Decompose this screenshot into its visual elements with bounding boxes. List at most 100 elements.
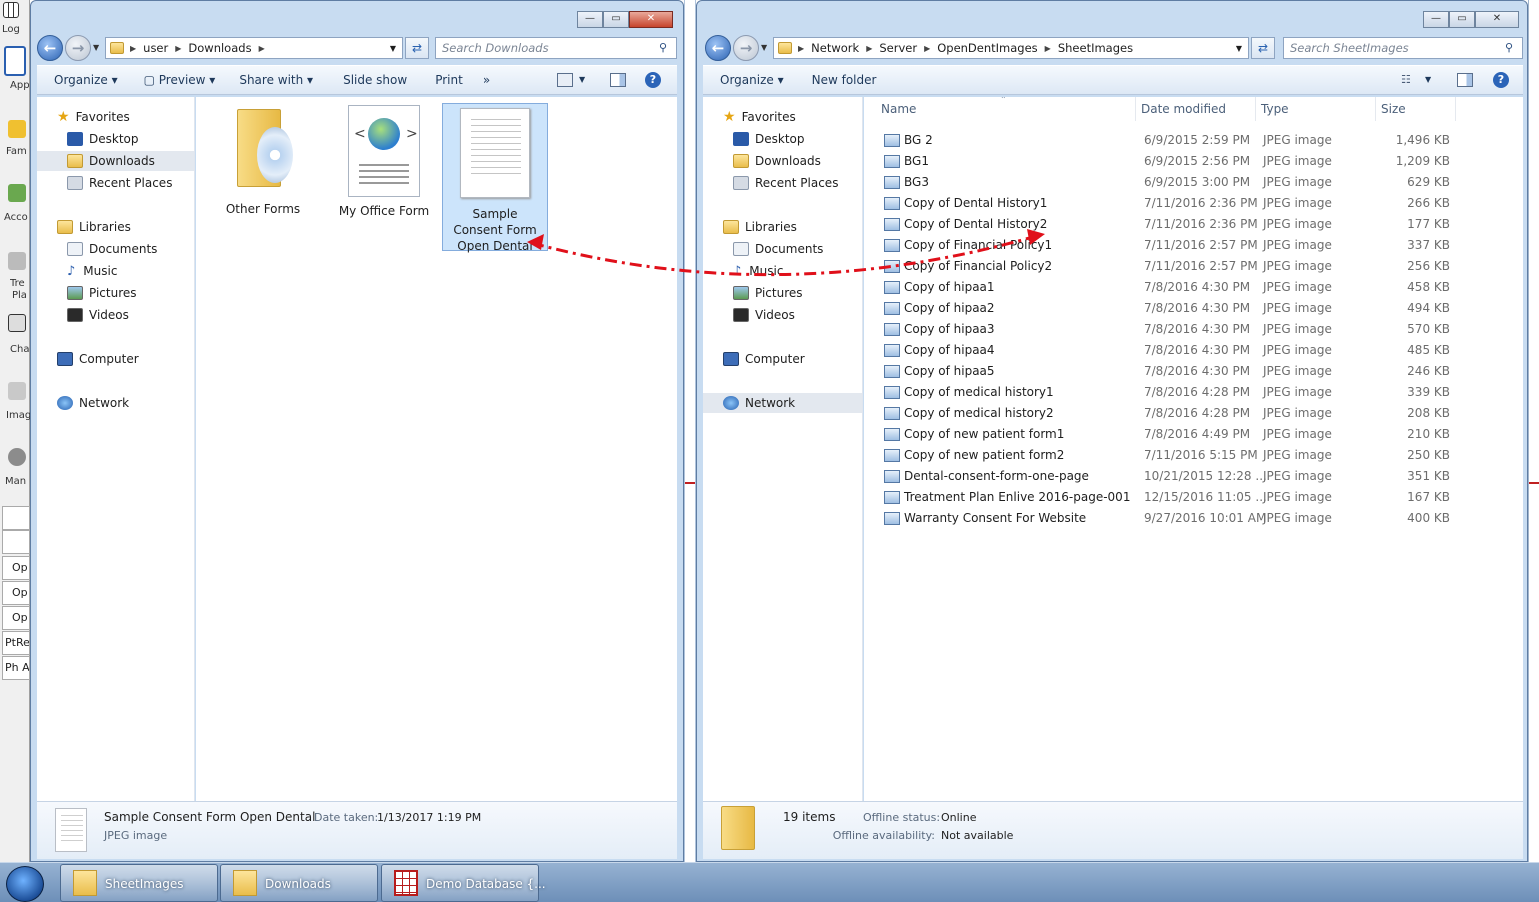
back-icon[interactable]: ← <box>705 35 731 61</box>
table-row[interactable]: Copy of Financial Policy1 7/11/2016 2:57 … <box>864 235 1464 256</box>
nav-pictures[interactable]: Pictures <box>703 283 862 303</box>
recent-pages-chevron-icon[interactable]: ▼ <box>93 43 99 52</box>
table-row[interactable]: Treatment Plan Enlive 2016-page-001 12/15… <box>864 487 1464 508</box>
table-row[interactable]: Copy of Financial Policy2 7/11/2016 2:57 … <box>864 256 1464 277</box>
breadcrumb-opendentimages[interactable]: OpenDentImages <box>934 41 1040 55</box>
treatment-plan-icon[interactable] <box>8 252 26 270</box>
strip-label-log[interactable]: Log <box>2 24 30 35</box>
nav-computer[interactable]: Computer <box>703 349 862 369</box>
preview-pane-icon[interactable] <box>1457 73 1473 87</box>
nav-videos[interactable]: Videos <box>37 305 194 325</box>
table-row[interactable]: Copy of hipaa4 7/8/2016 4:30 PM JPEG image… <box>864 340 1464 361</box>
chart-tooth-icon[interactable] <box>8 314 26 332</box>
table-row[interactable]: Copy of Dental History2 7/11/2016 2:36 PM… <box>864 214 1464 235</box>
maximize-button[interactable]: ▭ <box>1449 11 1475 28</box>
nav-downloads[interactable]: Downloads <box>37 151 194 171</box>
breadcrumb-downloads[interactable]: Downloads <box>185 41 254 55</box>
print-button[interactable]: Print <box>419 73 475 87</box>
views-icon[interactable] <box>557 73 573 87</box>
slide-show-button[interactable]: Slide show <box>325 73 419 87</box>
close-button[interactable]: ✕ <box>629 11 673 28</box>
nav-documents[interactable]: Documents <box>37 239 194 259</box>
forward-icon[interactable]: → <box>733 35 759 61</box>
file-item-my-office-form[interactable]: < > My Office Form <box>334 103 434 223</box>
nav-recent-places[interactable]: Recent Places <box>37 173 194 193</box>
file-item-other-forms[interactable]: Other Forms <box>218 103 308 223</box>
search-icon[interactable]: ⚲ <box>659 41 667 54</box>
nav-favorites[interactable]: ★ Favorites <box>703 107 862 127</box>
column-date-modified[interactable]: Date modified <box>1136 97 1256 121</box>
help-icon[interactable]: ? <box>645 72 661 88</box>
nav-music[interactable]: ♪ Music <box>703 261 862 281</box>
appointments-icon[interactable] <box>4 46 26 76</box>
maximize-button[interactable]: ▭ <box>603 11 629 28</box>
strip-cell-op-2[interactable]: Op <box>2 581 30 605</box>
views-icon[interactable]: ☷ <box>1401 73 1417 87</box>
recent-pages-chevron-icon[interactable]: ▼ <box>761 43 767 52</box>
address-bar[interactable]: ▶ user ▶ Downloads ▶ ▼ <box>105 37 403 59</box>
nav-recent-places[interactable]: Recent Places <box>703 173 862 193</box>
table-row[interactable]: Copy of hipaa3 7/8/2016 4:30 PM JPEG image… <box>864 319 1464 340</box>
nav-downloads[interactable]: Downloads <box>703 151 862 171</box>
minimize-button[interactable]: — <box>1423 11 1449 28</box>
nav-music[interactable]: ♪ Music <box>37 261 194 281</box>
table-row[interactable]: Copy of hipaa1 7/8/2016 4:30 PM JPEG image… <box>864 277 1464 298</box>
account-icon[interactable] <box>8 184 26 202</box>
strip-cell-op-3[interactable]: Op <box>2 606 30 630</box>
taskbar-item-downloads[interactable]: Downloads <box>220 864 378 902</box>
views-dropdown-icon[interactable]: ▼ <box>1425 75 1431 84</box>
minimize-button[interactable]: — <box>577 11 603 28</box>
nav-network[interactable]: Network <box>37 393 194 413</box>
organize-menu[interactable]: Organize ▾ <box>37 73 130 87</box>
address-dropdown-icon[interactable]: ▼ <box>390 44 396 53</box>
strip-label-acco[interactable]: Acco <box>4 212 32 223</box>
nav-libraries[interactable]: Libraries <box>37 217 194 237</box>
table-row[interactable]: Dental-consent-form-one-page 10/21/2015 1… <box>864 466 1464 487</box>
back-icon[interactable]: ← <box>37 35 63 61</box>
taskbar-item-sheetimages[interactable]: SheetImages <box>60 864 218 902</box>
table-row[interactable]: BG 2 6/9/2015 2:59 PM JPEG image 1,496 KB <box>864 130 1464 151</box>
share-with-menu[interactable]: Share with ▾ <box>227 73 325 87</box>
family-icon[interactable] <box>8 120 26 138</box>
help-icon[interactable]: ? <box>1493 72 1509 88</box>
refresh-icon[interactable]: ⇄ <box>405 37 429 59</box>
breadcrumb-user[interactable]: user <box>140 41 171 55</box>
nav-network[interactable]: Network <box>703 393 862 413</box>
nav-libraries[interactable]: Libraries <box>703 217 862 237</box>
nav-desktop[interactable]: Desktop <box>37 129 194 149</box>
table-row[interactable]: Copy of new patient form2 7/11/2016 5:15 … <box>864 445 1464 466</box>
table-row[interactable]: BG1 6/9/2015 2:56 PM JPEG image 1,209 KB <box>864 151 1464 172</box>
table-row[interactable]: BG3 6/9/2015 3:00 PM JPEG image 629 KB <box>864 172 1464 193</box>
breadcrumb-server[interactable]: Server <box>876 41 920 55</box>
taskbar-item-demo-database[interactable]: Demo Database {... <box>381 864 546 902</box>
details-date-value[interactable]: 1/13/2017 1:19 PM <box>377 811 481 824</box>
strip-cell-op-1[interactable]: Op <box>2 556 30 580</box>
forward-icon[interactable]: → <box>65 35 91 61</box>
table-row[interactable]: Warranty Consent For Website 9/27/2016 10… <box>864 508 1464 529</box>
more-commands-button[interactable]: » <box>475 73 502 87</box>
images-icon[interactable] <box>8 382 26 400</box>
table-row[interactable]: Copy of Dental History1 7/11/2016 2:36 PM… <box>864 193 1464 214</box>
table-row[interactable]: Copy of hipaa5 7/8/2016 4:30 PM JPEG image… <box>864 361 1464 382</box>
table-row[interactable]: Copy of hipaa2 7/8/2016 4:30 PM JPEG image… <box>864 298 1464 319</box>
windows-orb-icon[interactable] <box>6 866 44 902</box>
table-row[interactable]: Copy of medical history2 7/8/2016 4:28 PM… <box>864 403 1464 424</box>
refresh-icon[interactable]: ⇄ <box>1251 37 1275 59</box>
manage-gear-icon[interactable] <box>8 448 26 466</box>
views-dropdown-icon[interactable]: ▼ <box>579 75 585 84</box>
nav-desktop[interactable]: Desktop <box>703 129 862 149</box>
nav-pictures[interactable]: Pictures <box>37 283 194 303</box>
search-input[interactable]: Search Downloads <box>435 37 677 59</box>
file-item-sample-consent-form[interactable]: Sample Consent Form Open Dental <box>442 103 548 253</box>
table-row[interactable]: Copy of medical history1 7/8/2016 4:28 PM… <box>864 382 1464 403</box>
column-size[interactable]: Size <box>1376 97 1456 121</box>
preview-pane-icon[interactable] <box>610 73 626 87</box>
table-row[interactable]: Copy of new patient form1 7/8/2016 4:49 P… <box>864 424 1464 445</box>
strip-cell-pha[interactable]: Ph A <box>2 656 30 680</box>
column-type[interactable]: Type <box>1256 97 1376 121</box>
close-button[interactable]: ✕ <box>1475 11 1519 28</box>
breadcrumb-sheetimages[interactable]: SheetImages <box>1055 41 1136 55</box>
nav-computer[interactable]: Computer <box>37 349 194 369</box>
address-bar[interactable]: ▶ Network ▶ Server ▶ OpenDentImages ▶ Sh… <box>773 37 1249 59</box>
nav-favorites[interactable]: ★ Favorites <box>37 107 194 127</box>
